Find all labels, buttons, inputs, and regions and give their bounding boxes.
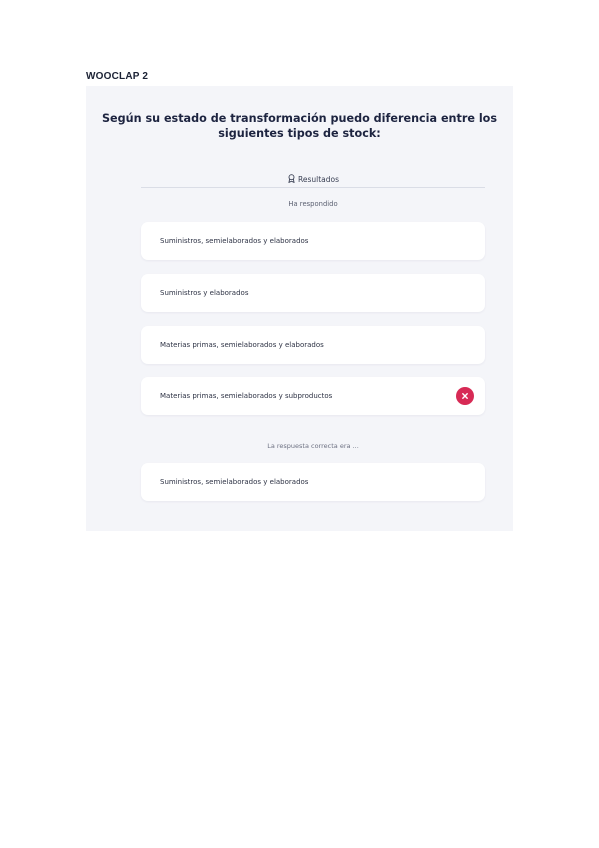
- answered-label: Ha respondido: [288, 200, 338, 208]
- answer-option-text: Materias primas, semielaborados y elabor…: [160, 341, 324, 349]
- correct-answer-card: Suministros, semielaborados y elaborados: [141, 463, 485, 501]
- quiz-results-panel: Según su estado de transformación puedo …: [86, 86, 513, 531]
- podium-icon: [287, 174, 296, 184]
- results-header: Resultados: [141, 174, 485, 188]
- incorrect-badge: [456, 387, 474, 405]
- results-label: Resultados: [297, 175, 340, 184]
- answer-option-text: Suministros y elaborados: [160, 289, 249, 297]
- correct-answer-label: La respuesta correcta era ...: [267, 442, 359, 450]
- question-title: Según su estado de transformación puedo …: [101, 112, 498, 140]
- answer-option-text: Suministros, semielaborados y elaborados: [160, 237, 309, 245]
- answer-option-selected-incorrect: Materias primas, semielaborados y subpro…: [141, 377, 485, 415]
- answer-option: Suministros y elaborados: [141, 274, 485, 312]
- answer-option-text: Materias primas, semielaborados y subpro…: [160, 392, 333, 400]
- answer-option: Suministros, semielaborados y elaborados: [141, 222, 485, 260]
- close-icon: [462, 393, 468, 399]
- correct-answer-text: Suministros, semielaborados y elaborados: [160, 478, 309, 486]
- answer-option: Materias primas, semielaborados y elabor…: [141, 326, 485, 364]
- document-label: WOOCLAP 2: [86, 71, 149, 82]
